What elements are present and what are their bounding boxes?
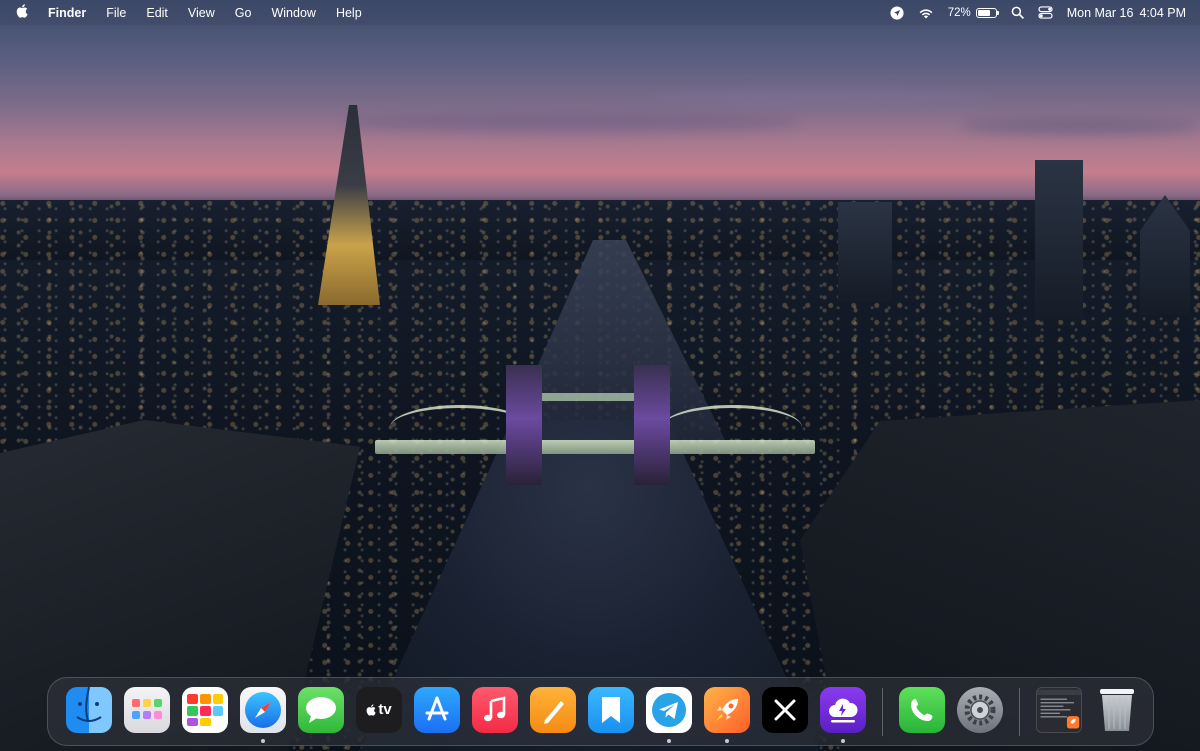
desktop-wallpaper bbox=[0, 0, 1200, 751]
telegram-icon bbox=[652, 692, 686, 727]
dock-separator bbox=[882, 687, 883, 736]
menu-file[interactable]: File bbox=[106, 6, 126, 20]
running-indicator bbox=[667, 738, 671, 743]
menu-edit[interactable]: Edit bbox=[146, 6, 168, 20]
location-arrow-icon[interactable] bbox=[890, 5, 904, 20]
cloud-vpn-icon bbox=[829, 698, 858, 722]
spotlight-search-icon[interactable] bbox=[1011, 6, 1024, 19]
tower-bridge-deck bbox=[375, 440, 815, 454]
running-indicator bbox=[261, 738, 265, 743]
settings-gear-icon bbox=[964, 694, 996, 725]
dock-item-rocket[interactable] bbox=[704, 686, 750, 743]
control-center-icon[interactable] bbox=[1038, 6, 1053, 19]
dock-item-pages[interactable] bbox=[530, 686, 576, 733]
x-icon bbox=[774, 699, 796, 720]
dock-item-bookmarks[interactable] bbox=[588, 686, 634, 733]
skyscraper bbox=[838, 202, 892, 302]
dock-item-calendar[interactable] bbox=[182, 686, 228, 733]
wifi-icon[interactable] bbox=[918, 7, 934, 19]
launchpad-icon bbox=[132, 698, 162, 719]
active-app-name[interactable]: Finder bbox=[48, 6, 86, 20]
battery-level-fill bbox=[977, 9, 990, 16]
skyscraper bbox=[1035, 160, 1083, 320]
bookmark-icon bbox=[602, 696, 620, 723]
pages-icon bbox=[544, 700, 564, 724]
dock-item-trash[interactable] bbox=[1094, 687, 1140, 733]
dock-item-launchpad[interactable] bbox=[124, 686, 170, 733]
battery-status[interactable]: 72% bbox=[947, 6, 999, 19]
menu-go[interactable]: Go bbox=[235, 6, 252, 20]
menu-help[interactable]: Help bbox=[336, 6, 362, 20]
date-label: Mon Mar 16 bbox=[1066, 5, 1134, 20]
menu-view[interactable]: View bbox=[188, 6, 215, 20]
apple-tv-label: tv bbox=[378, 701, 392, 718]
cloud bbox=[960, 118, 1200, 134]
app-store-icon bbox=[425, 696, 449, 720]
apple-tv-icon bbox=[366, 703, 376, 716]
dock-separator bbox=[1019, 687, 1020, 736]
dock-item-messages[interactable] bbox=[298, 686, 344, 733]
dock-item-x[interactable] bbox=[762, 686, 808, 733]
menu-bar: Finder File Edit View Go Window Help 72%… bbox=[0, 0, 1200, 25]
apple-icon[interactable] bbox=[16, 4, 28, 21]
finder-icon bbox=[76, 686, 102, 722]
messages-icon bbox=[306, 696, 336, 723]
music-icon bbox=[484, 695, 506, 721]
running-indicator bbox=[725, 738, 729, 743]
dock-item-safari[interactable] bbox=[240, 686, 286, 743]
cloud bbox=[650, 90, 990, 104]
phone-icon bbox=[911, 698, 933, 721]
battery-icon bbox=[975, 7, 999, 18]
calendar-icon bbox=[187, 693, 223, 726]
safari-icon bbox=[245, 691, 281, 728]
cloud bbox=[340, 112, 800, 132]
menubar-clock[interactable]: Mon Mar 16 4:04 PM bbox=[1067, 6, 1186, 20]
dock-item-apple-tv[interactable]: tv bbox=[356, 686, 402, 733]
dock-item-app-store[interactable] bbox=[414, 686, 460, 733]
battery-percent: 72% bbox=[947, 6, 971, 19]
dock-item-finder[interactable] bbox=[66, 686, 112, 733]
running-indicator bbox=[841, 738, 845, 743]
dock: tv bbox=[47, 677, 1154, 746]
dock-item-music[interactable] bbox=[472, 686, 518, 733]
time-label: 4:04 PM bbox=[1139, 5, 1186, 20]
tower-bridge-tower bbox=[634, 365, 670, 485]
tower-bridge-tower bbox=[506, 365, 542, 485]
trash-icon bbox=[1100, 688, 1134, 731]
menu-window[interactable]: Window bbox=[271, 6, 315, 20]
dock-item-phone[interactable] bbox=[899, 686, 945, 733]
dock-item-vpn[interactable] bbox=[820, 686, 866, 743]
rocket-icon bbox=[716, 698, 738, 721]
dock-item-system-settings[interactable] bbox=[957, 686, 1003, 733]
dock-item-telegram[interactable] bbox=[646, 686, 692, 743]
recent-document-thumbnail-icon bbox=[1037, 689, 1081, 728]
dock-item-recent-document[interactable] bbox=[1036, 686, 1082, 733]
